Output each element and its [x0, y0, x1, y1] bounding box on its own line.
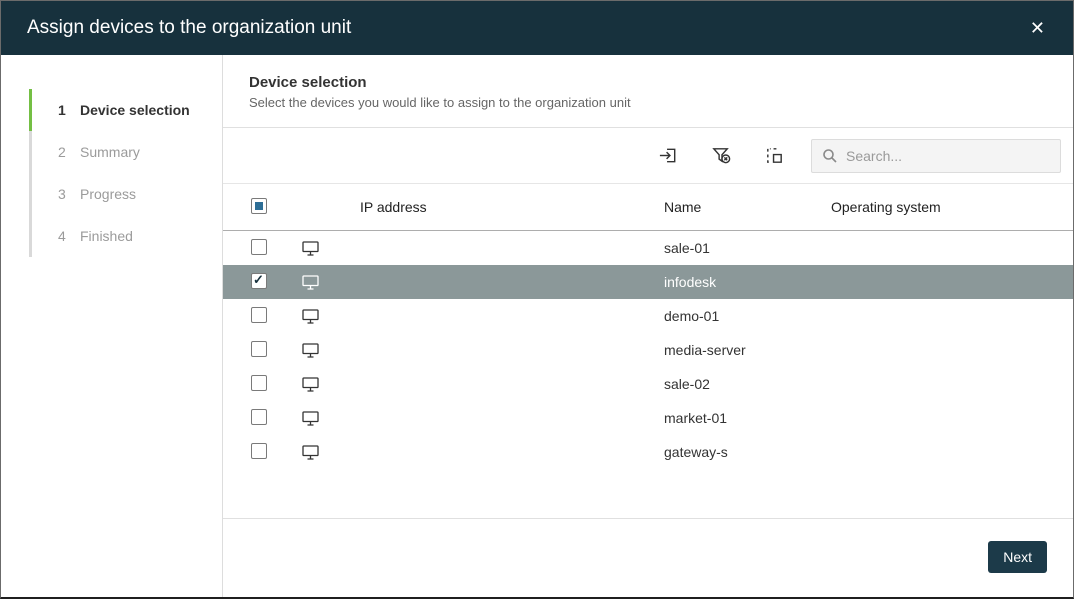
wizard-step-progress[interactable]: 3 Progress	[1, 173, 222, 215]
row-device-icon-cell	[302, 241, 360, 256]
table-toolbar	[223, 128, 1073, 184]
table-header-row: IP address Name Operating system	[223, 184, 1073, 231]
device-monitor-icon	[302, 309, 319, 324]
wizard-steps-pane: 1 Device selection 2 Summary 3 Progress …	[1, 55, 223, 597]
row-checkbox[interactable]	[251, 375, 267, 391]
row-checkbox[interactable]	[251, 273, 267, 289]
row-device-icon-cell	[302, 309, 360, 324]
row-checkbox-cell	[251, 443, 302, 462]
row-name: demo-01	[664, 308, 831, 324]
table-row[interactable]: infodesk	[223, 265, 1073, 299]
table-row[interactable]: media-server	[223, 333, 1073, 367]
row-checkbox-cell	[251, 375, 302, 394]
wizard-steps-list: 1 Device selection 2 Summary 3 Progress …	[1, 89, 222, 257]
column-header-ip[interactable]: IP address	[360, 199, 664, 215]
row-device-icon-cell	[302, 343, 360, 358]
page-title: Device selection	[249, 74, 1047, 91]
table-row[interactable]: market-01	[223, 401, 1073, 435]
row-checkbox-cell	[251, 341, 302, 360]
device-monitor-icon	[302, 411, 319, 426]
row-name: infodesk	[664, 274, 831, 290]
page-subtitle: Select the devices you would like to ass…	[249, 95, 1047, 110]
table-row[interactable]: sale-01	[223, 231, 1073, 265]
select-all-checkbox[interactable]	[251, 198, 267, 214]
dialog-title: Assign devices to the organization unit	[27, 17, 1024, 39]
dialog-header: Assign devices to the organization unit …	[1, 1, 1073, 55]
row-device-icon-cell	[302, 445, 360, 460]
header-checkbox-cell	[251, 198, 302, 217]
search-icon	[822, 148, 838, 164]
row-checkbox[interactable]	[251, 341, 267, 357]
assign-devices-dialog: Assign devices to the organization unit …	[0, 0, 1074, 599]
row-checkbox[interactable]	[251, 443, 267, 459]
device-monitor-icon	[302, 377, 319, 392]
step-label: Device selection	[80, 102, 190, 118]
row-checkbox-cell	[251, 409, 302, 428]
row-device-icon-cell	[302, 275, 360, 290]
row-device-icon-cell	[302, 377, 360, 392]
row-device-icon-cell	[302, 411, 360, 426]
device-monitor-icon	[302, 241, 319, 256]
device-monitor-icon	[302, 445, 319, 460]
step-number: 3	[58, 186, 80, 202]
content-header: Device selection Select the devices you …	[223, 55, 1073, 128]
table-row[interactable]: demo-01	[223, 299, 1073, 333]
clear-filter-icon[interactable]	[709, 143, 734, 168]
next-button[interactable]: Next	[988, 541, 1047, 573]
row-name: media-server	[664, 342, 831, 358]
row-checkbox[interactable]	[251, 307, 267, 323]
close-icon: ✕	[1030, 18, 1045, 38]
step-label: Progress	[80, 186, 136, 202]
row-name: sale-02	[664, 376, 831, 392]
search-box	[811, 139, 1061, 173]
dialog-body: 1 Device selection 2 Summary 3 Progress …	[1, 55, 1073, 597]
device-monitor-icon	[302, 343, 319, 358]
column-header-name[interactable]: Name	[664, 199, 831, 215]
wizard-step-finished[interactable]: 4 Finished	[1, 215, 222, 257]
table-row[interactable]: sale-02	[223, 367, 1073, 401]
row-checkbox-cell	[251, 307, 302, 326]
close-button[interactable]: ✕	[1024, 13, 1051, 43]
step-label: Finished	[80, 228, 133, 244]
device-monitor-icon	[302, 275, 319, 290]
row-checkbox[interactable]	[251, 239, 267, 255]
dialog-footer: Next	[223, 519, 1073, 597]
step-label: Summary	[80, 144, 140, 160]
row-name: gateway-s	[664, 444, 831, 460]
step-number: 4	[58, 228, 80, 244]
table-row[interactable]: gateway-s	[223, 435, 1073, 469]
assign-device-icon[interactable]	[656, 143, 681, 168]
step-number: 1	[58, 102, 80, 118]
row-checkbox-cell	[251, 239, 302, 258]
column-header-os[interactable]: Operating system	[831, 199, 1073, 215]
main-content: Device selection Select the devices you …	[223, 55, 1073, 597]
row-name: market-01	[664, 410, 831, 426]
table-body: sale-01 infodesk demo-01	[223, 231, 1073, 518]
select-devices-icon[interactable]	[762, 143, 787, 168]
step-number: 2	[58, 144, 80, 160]
row-checkbox-cell	[251, 273, 302, 292]
wizard-step-device-selection[interactable]: 1 Device selection	[1, 89, 222, 131]
search-input[interactable]	[846, 148, 1050, 164]
row-checkbox[interactable]	[251, 409, 267, 425]
row-name: sale-01	[664, 240, 831, 256]
wizard-step-summary[interactable]: 2 Summary	[1, 131, 222, 173]
